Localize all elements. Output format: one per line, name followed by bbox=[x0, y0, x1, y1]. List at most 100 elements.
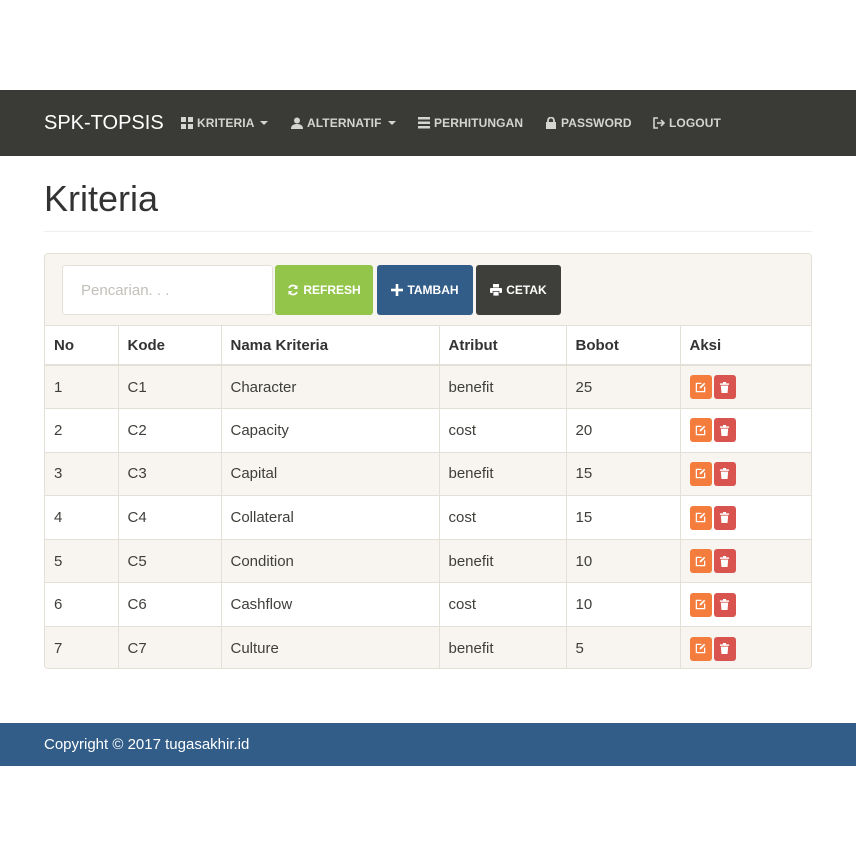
print-icon bbox=[490, 284, 503, 296]
nav-label: PASSWORD bbox=[561, 116, 632, 130]
lock-icon bbox=[546, 117, 556, 129]
trash-icon bbox=[719, 643, 730, 655]
header-nama-kriteria[interactable]: Nama Kriteria bbox=[221, 326, 440, 366]
table-row: 3 C3 Capital benefit 15 bbox=[45, 452, 811, 497]
nav-item-alternatif[interactable]: ALTERNATIF bbox=[291, 90, 396, 156]
cell-atribut: benefit bbox=[439, 626, 567, 668]
cell-atribut: cost bbox=[439, 495, 567, 540]
log-out-icon bbox=[653, 117, 665, 129]
cell-no: 1 bbox=[45, 365, 119, 410]
nav-label: KRITERIA bbox=[197, 116, 255, 130]
header-no[interactable]: No bbox=[45, 326, 119, 366]
cell-nama-kriteria: Character bbox=[221, 365, 440, 410]
delete-button[interactable] bbox=[713, 592, 736, 617]
cell-atribut: benefit bbox=[439, 539, 567, 584]
cell-bobot: 15 bbox=[566, 452, 681, 497]
delete-button[interactable] bbox=[713, 375, 736, 400]
cell-kode: C2 bbox=[118, 408, 222, 453]
edit-icon bbox=[695, 556, 706, 566]
nav-label: LOGOUT bbox=[669, 116, 721, 130]
trash-icon bbox=[719, 424, 730, 436]
footer-copyright: Copyright © 2017 tugasakhir.id bbox=[44, 736, 250, 753]
cell-no: 3 bbox=[45, 452, 119, 497]
delete-button[interactable] bbox=[713, 636, 736, 661]
delete-button[interactable] bbox=[713, 461, 736, 486]
cell-nama-kriteria: Capital bbox=[221, 452, 440, 497]
cell-kode: C5 bbox=[118, 539, 222, 584]
cell-nama-kriteria: Condition bbox=[221, 539, 440, 584]
header-kode[interactable]: Kode bbox=[118, 326, 222, 366]
kriteria-panel: REFRESH TAMBAH CETAK No Kode Nam bbox=[44, 253, 812, 669]
edit-button[interactable] bbox=[689, 592, 712, 617]
edit-button[interactable] bbox=[689, 549, 712, 574]
caret-down-icon bbox=[260, 121, 269, 125]
cell-kode: C1 bbox=[118, 365, 222, 410]
cell-nama-kriteria: Collateral bbox=[221, 495, 440, 540]
title-divider bbox=[44, 231, 812, 232]
tambah-button[interactable]: TAMBAH bbox=[377, 265, 473, 315]
table-row: 7 C7 Culture benefit 5 bbox=[45, 626, 811, 668]
cell-kode: C6 bbox=[118, 582, 222, 628]
refresh-icon bbox=[288, 284, 299, 296]
table-row: 4 C4 Collateral cost 15 bbox=[45, 495, 811, 540]
th-large-icon bbox=[181, 117, 193, 129]
table-row: 2 C2 Capacity cost 20 bbox=[45, 408, 811, 453]
cell-no: 5 bbox=[45, 539, 119, 584]
cell-kode: C4 bbox=[118, 495, 222, 540]
nav-item-password[interactable]: PASSWORD bbox=[545, 90, 632, 156]
edit-icon bbox=[695, 599, 706, 610]
cell-atribut: cost bbox=[439, 408, 567, 453]
cell-aksi bbox=[680, 495, 811, 540]
edit-icon bbox=[695, 469, 706, 479]
header-bobot[interactable]: Bobot bbox=[566, 326, 681, 366]
cetak-button[interactable]: CETAK bbox=[476, 265, 561, 315]
cell-no: 2 bbox=[45, 408, 119, 453]
table-header-row: No Kode Nama Kriteria Atribut Bobot Aksi bbox=[45, 326, 811, 366]
header-atribut[interactable]: Atribut bbox=[439, 326, 567, 366]
nav-item-kriteria[interactable]: KRITERIA bbox=[181, 90, 269, 156]
cell-bobot: 10 bbox=[566, 539, 681, 584]
caret-down-icon bbox=[387, 121, 396, 125]
cell-bobot: 10 bbox=[566, 582, 681, 628]
edit-button[interactable] bbox=[689, 418, 712, 443]
edit-icon bbox=[695, 425, 706, 436]
navbar: SPK-TOPSIS KRITERIA ALTERNATIF PERHITUNG… bbox=[0, 90, 856, 156]
nav-item-logout[interactable]: LOGOUT bbox=[653, 90, 721, 156]
trash-icon bbox=[719, 599, 730, 611]
cell-atribut: benefit bbox=[439, 452, 567, 497]
kriteria-table: No Kode Nama Kriteria Atribut Bobot Aksi… bbox=[45, 326, 811, 668]
trash-icon bbox=[719, 468, 730, 480]
cell-bobot: 20 bbox=[566, 408, 681, 453]
cell-aksi bbox=[680, 452, 811, 497]
edit-icon bbox=[695, 382, 706, 392]
brand[interactable]: SPK-TOPSIS bbox=[44, 90, 164, 156]
nav-label: ALTERNATIF bbox=[307, 116, 382, 130]
cell-bobot: 15 bbox=[566, 495, 681, 540]
trash-icon bbox=[719, 381, 730, 393]
header-aksi: Aksi bbox=[680, 326, 811, 366]
edit-button[interactable] bbox=[689, 636, 712, 661]
edit-button[interactable] bbox=[689, 375, 712, 400]
nav-item-perhitungan[interactable]: PERHITUNGAN bbox=[418, 90, 523, 156]
plus-icon bbox=[391, 284, 404, 296]
cell-kode: C3 bbox=[118, 452, 222, 497]
edit-button[interactable] bbox=[689, 461, 712, 486]
cell-nama-kriteria: Cashflow bbox=[221, 582, 440, 628]
delete-button[interactable] bbox=[713, 505, 736, 530]
list-icon bbox=[418, 117, 430, 129]
trash-icon bbox=[719, 512, 730, 524]
cell-aksi bbox=[680, 539, 811, 584]
table-row: 5 C5 Condition benefit 10 bbox=[45, 539, 811, 584]
tambah-label: TAMBAH bbox=[407, 283, 459, 297]
delete-button[interactable] bbox=[713, 549, 736, 574]
cell-no: 6 bbox=[45, 582, 119, 628]
delete-button[interactable] bbox=[713, 418, 736, 443]
search-input[interactable] bbox=[62, 265, 273, 315]
trash-icon bbox=[719, 555, 730, 567]
cell-atribut: cost bbox=[439, 582, 567, 628]
cell-bobot: 5 bbox=[566, 626, 681, 668]
cell-no: 7 bbox=[45, 626, 119, 668]
refresh-button[interactable]: REFRESH bbox=[275, 265, 373, 315]
cell-kode: C7 bbox=[118, 626, 222, 668]
edit-button[interactable] bbox=[689, 505, 712, 530]
